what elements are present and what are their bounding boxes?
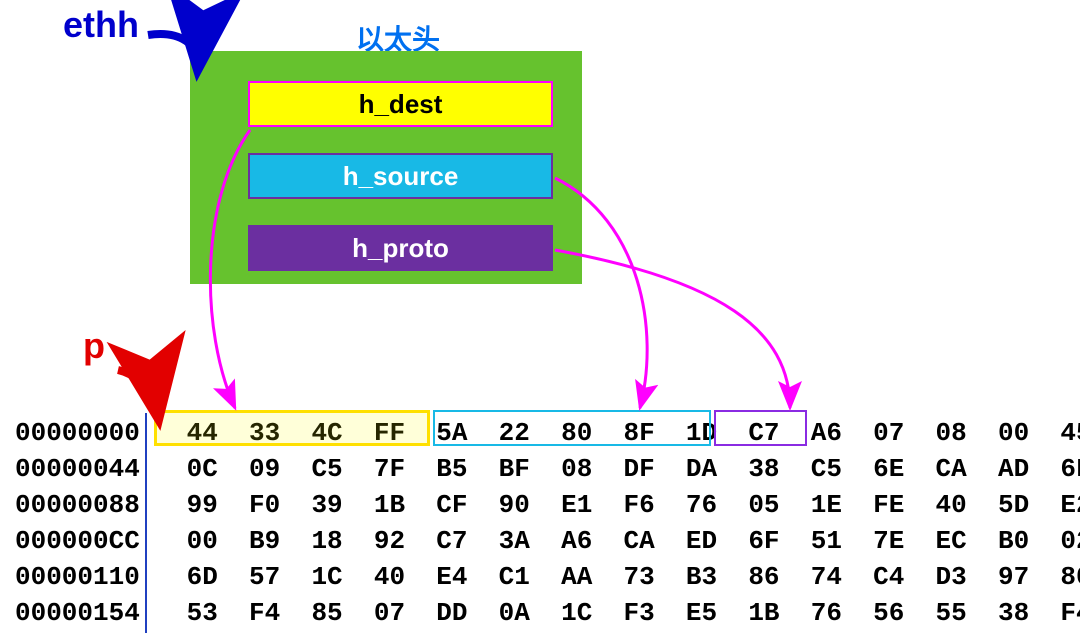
arrow-h-proto xyxy=(555,250,790,408)
label-p: p xyxy=(83,325,105,367)
field-h-dest: h_dest xyxy=(248,81,553,127)
field-h-proto: h_proto xyxy=(248,225,553,271)
arrow-p xyxy=(118,370,158,415)
ethernet-header-struct: h_dest h_source h_proto xyxy=(190,51,582,284)
field-h-source: h_source xyxy=(248,153,553,199)
label-ethh: ethh xyxy=(63,4,139,46)
hex-dump: 00000000 44 33 4C FF 5A 22 80 8F 1D C7 A… xyxy=(15,415,1080,631)
